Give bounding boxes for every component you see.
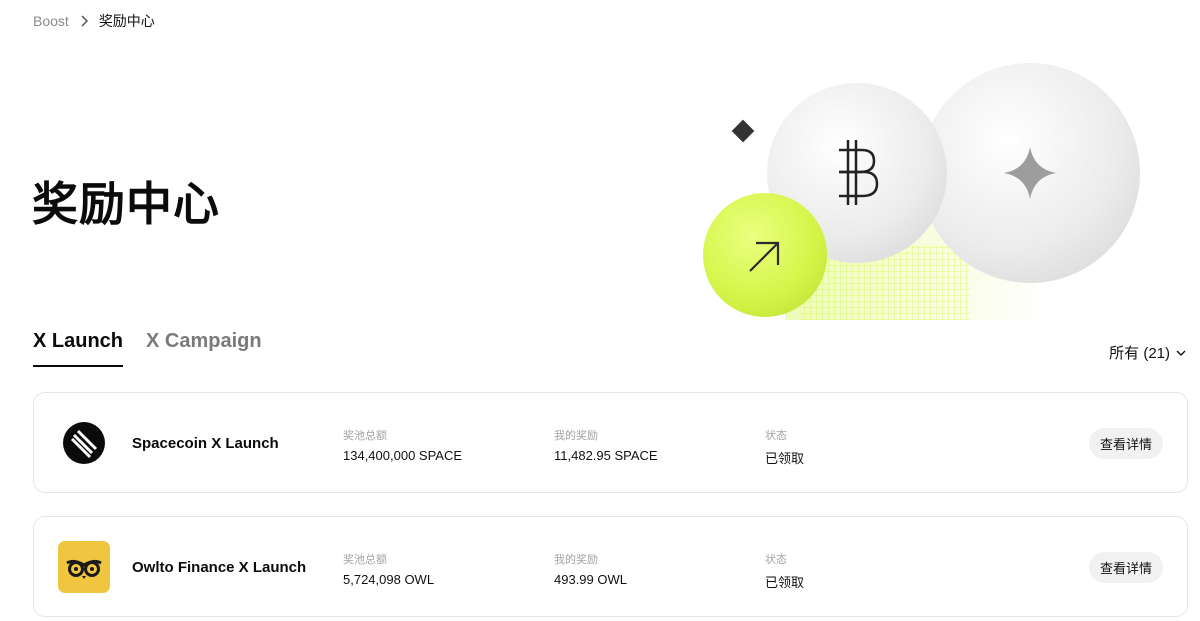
tab-bar: X Launch X Campaign <box>33 330 262 367</box>
status-label: 状态 <box>765 554 787 566</box>
pool-value: 134,400,000 SPACE <box>343 448 463 463</box>
campaign-name: Spacecoin X Launch <box>132 435 279 452</box>
pool-column: 奖池总额 134,400,000 SPACE <box>343 427 462 463</box>
spacecoin-logo-icon <box>63 422 105 464</box>
filter-dropdown[interactable]: 所有 (21) <box>1109 342 1186 363</box>
status-column: 状态 已领取 <box>765 551 804 591</box>
breadcrumb-boost-link[interactable]: Boost <box>33 13 69 29</box>
my-reward-label: 我的奖励 <box>554 430 598 442</box>
status-value: 已领取 <box>765 451 805 466</box>
campaign-name: Owlto Finance X Launch <box>132 559 307 576</box>
chevron-down-icon <box>1176 350 1186 356</box>
hero-graphic <box>703 63 1140 320</box>
pool-column: 奖池总额 5,724,098 OWL <box>343 551 434 587</box>
reward-list: Spacecoin X Launch 奖池总额 134,400,000 SPAC… <box>33 392 1188 621</box>
view-details-button[interactable]: 查看详情 <box>1088 552 1163 583</box>
chevron-right-icon <box>81 15 88 27</box>
pool-value: 5,724,098 OWL <box>343 572 435 587</box>
tab-x-launch[interactable]: X Launch <box>33 330 124 367</box>
my-reward-label: 我的奖励 <box>554 554 598 566</box>
filter-label: 所有 (21) <box>1109 345 1170 362</box>
page-title: 奖励中心 <box>32 178 220 230</box>
breadcrumb: Boost 奖励中心 <box>33 11 155 31</box>
my-reward-column: 我的奖励 11,482.95 SPACE <box>554 427 658 463</box>
view-details-button[interactable]: 查看详情 <box>1088 428 1163 459</box>
owlto-logo-icon <box>58 541 110 593</box>
pool-label: 奖池总额 <box>343 430 387 442</box>
status-column: 状态 已领取 <box>765 427 804 467</box>
hero-illustration <box>690 55 1200 335</box>
tab-x-campaign[interactable]: X Campaign <box>146 330 262 367</box>
my-reward-value: 493.99 OWL <box>554 572 627 587</box>
status-label: 状态 <box>765 430 787 442</box>
my-reward-value: 11,482.95 SPACE <box>554 448 658 463</box>
my-reward-column: 我的奖励 493.99 OWL <box>554 551 627 587</box>
status-value: 已领取 <box>765 575 805 590</box>
reward-card: Owlto Finance X Launch 奖池总额 5,724,098 OW… <box>33 516 1188 617</box>
diamond-icon <box>731 119 755 143</box>
pool-label: 奖池总额 <box>343 554 387 566</box>
reward-card: Spacecoin X Launch 奖池总额 134,400,000 SPAC… <box>33 392 1188 493</box>
breadcrumb-current: 奖励中心 <box>98 13 155 29</box>
